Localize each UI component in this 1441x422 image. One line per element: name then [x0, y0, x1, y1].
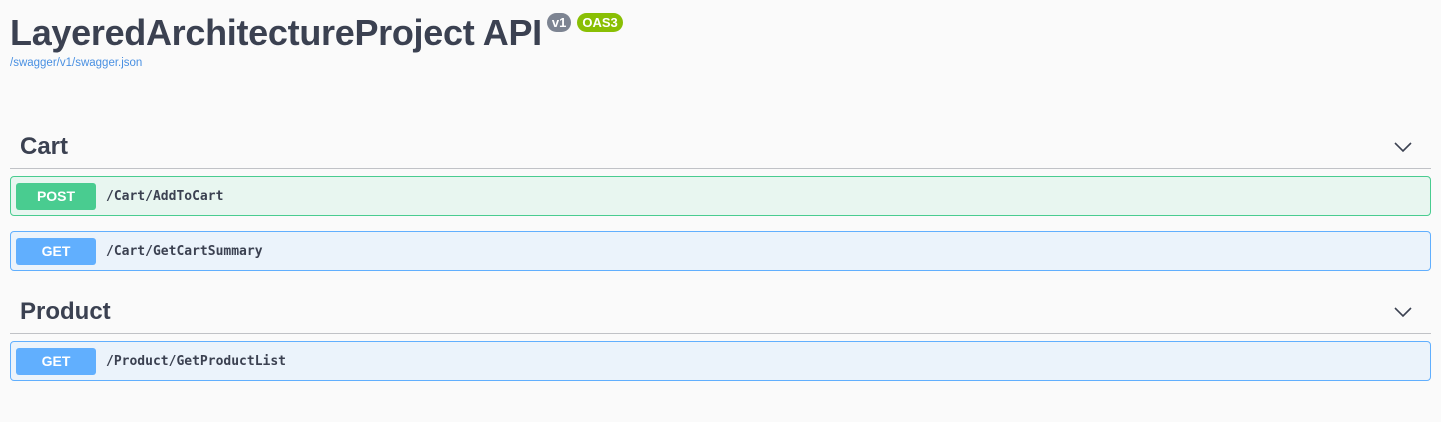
method-badge-post: POST	[16, 182, 96, 210]
method-badge-get: GET	[16, 347, 96, 375]
operation-path: /Product/GetProductList	[106, 353, 287, 369]
api-title: LayeredArchitectureProject API	[10, 12, 542, 53]
chevron-down-icon[interactable]	[1393, 302, 1413, 322]
operation-post-add-to-cart[interactable]: POST /Cart/AddToCart	[10, 176, 1431, 216]
api-info: LayeredArchitectureProject API v1 OAS3 /…	[10, 12, 623, 69]
operation-path: /Cart/GetCartSummary	[106, 243, 263, 259]
method-badge-get: GET	[16, 237, 96, 265]
tag-title: Cart	[20, 133, 69, 160]
version-badge: v1	[546, 13, 572, 32]
tag-header-product[interactable]: Product	[10, 291, 1431, 334]
oas-badge: OAS3	[577, 13, 623, 32]
tag-header-cart[interactable]: Cart	[10, 126, 1431, 169]
operation-path: /Cart/AddToCart	[106, 188, 224, 204]
tag-section-cart: Cart POST /Cart/AddToCart GET /Cart/GetC…	[10, 126, 1431, 271]
title-row: LayeredArchitectureProject API v1 OAS3	[10, 12, 623, 54]
swagger-json-link[interactable]: /swagger/v1/swagger.json	[10, 57, 623, 69]
operation-get-cart-summary[interactable]: GET /Cart/GetCartSummary	[10, 231, 1431, 271]
tag-title: Product	[20, 298, 111, 325]
chevron-down-icon[interactable]	[1393, 137, 1413, 157]
tag-section-product: Product GET /Product/GetProductList	[10, 291, 1431, 381]
operation-get-product-list[interactable]: GET /Product/GetProductList	[10, 341, 1431, 381]
